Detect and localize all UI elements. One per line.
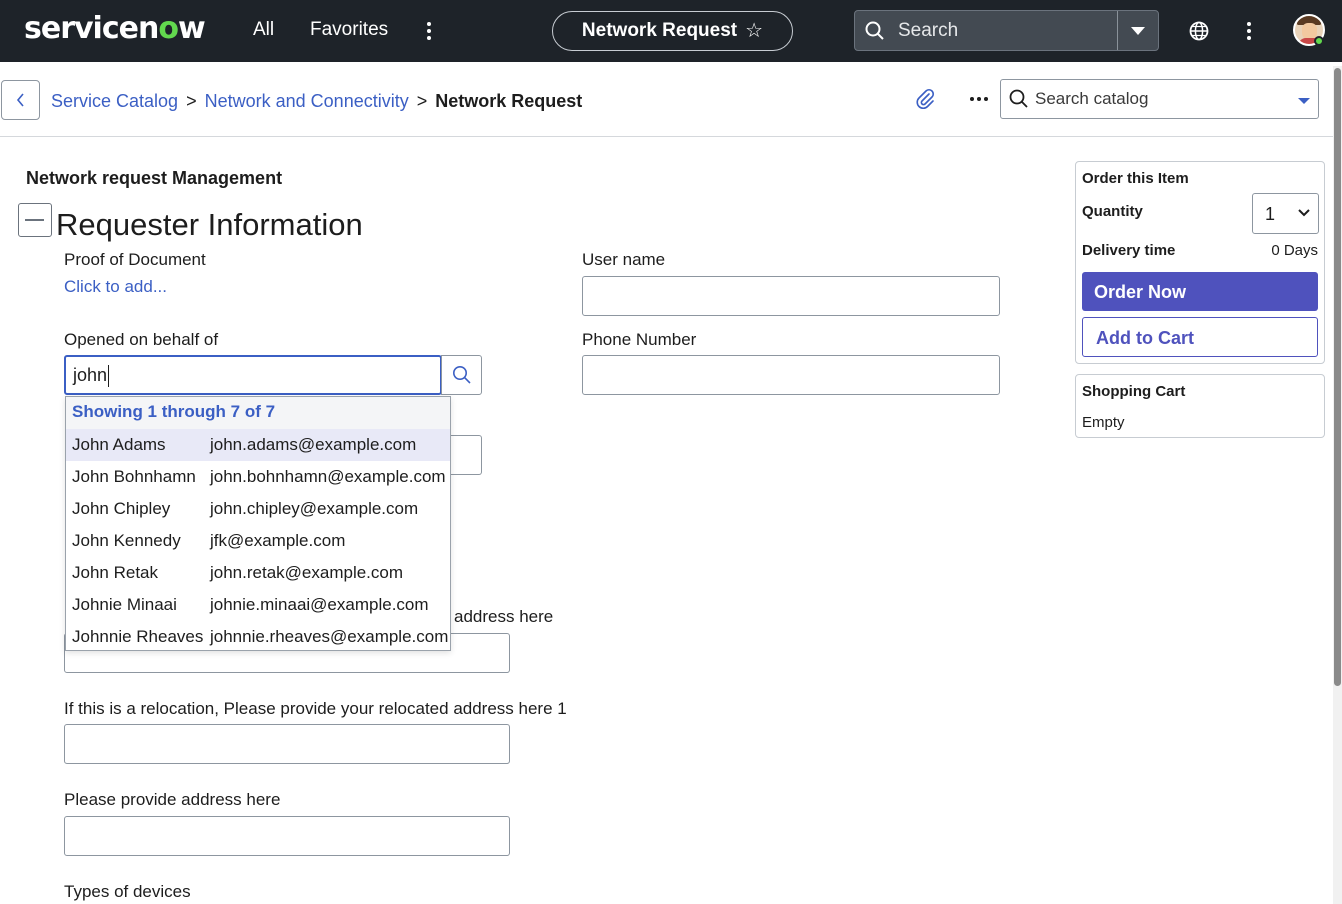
option-name: John Adams <box>72 435 166 454</box>
order-item-panel: Order this Item Quantity 1 Delivery time… <box>1075 161 1325 364</box>
more-menu-icon[interactable] <box>420 18 438 42</box>
search-icon <box>865 21 884 40</box>
option-email: john.retak@example.com <box>210 563 404 582</box>
catalog-search-input[interactable] <box>1035 86 1285 112</box>
search-icon <box>1009 89 1028 108</box>
option-name: John Retak <box>72 563 158 582</box>
quantity-label: Quantity <box>1082 203 1143 220</box>
address-label-partial: address here <box>454 607 554 626</box>
types-of-devices-label: Types of devices <box>64 882 191 901</box>
option-email: johnie.minaai@example.com <box>210 595 429 614</box>
option-name: John Bohnhamn <box>72 467 196 486</box>
scrollbar-thumb[interactable] <box>1334 68 1341 686</box>
autocomplete-dropdown: Showing 1 through 7 of 7 John Adams john… <box>65 396 451 651</box>
global-search-field[interactable]: Search <box>854 10 1159 51</box>
globe-icon[interactable] <box>1189 21 1209 41</box>
provide-address-input[interactable] <box>64 816 510 856</box>
order-now-label: Order Now <box>1094 282 1187 302</box>
online-status-indicator <box>1314 36 1324 46</box>
text-cursor <box>108 365 109 387</box>
breadcrumb-network-and-connectivity[interactable]: Network and Connectivity <box>205 91 409 111</box>
chevron-left-icon <box>16 93 24 107</box>
autocomplete-option[interactable]: John Kennedy jfk@example.com <box>66 525 450 557</box>
catalog-search-dropdown-icon[interactable] <box>1298 98 1310 104</box>
autocomplete-option[interactable]: Johnie Minaai johnie.minaai@example.com <box>66 589 450 621</box>
autocomplete-option[interactable]: Johnnie Rheaves johnnie.rheaves@example.… <box>66 621 450 653</box>
breadcrumb-separator: > <box>416 91 428 111</box>
autocomplete-option[interactable]: John Adams john.adams@example.com <box>66 429 450 461</box>
top-navigation-bar: servicenow All Favorites Network Request… <box>0 0 1342 62</box>
nav-all-menu[interactable]: All <box>253 19 274 41</box>
option-email: johnnie.rheaves@example.com <box>210 627 449 646</box>
breadcrumb-separator: > <box>186 91 197 111</box>
option-name: Johnie Minaai <box>72 595 177 614</box>
user-name-label: User name <box>582 250 666 269</box>
shopping-cart-title: Shopping Cart <box>1082 383 1186 400</box>
autocomplete-option[interactable]: John Retak john.retak@example.com <box>66 557 450 589</box>
servicenow-logo[interactable]: servicenow <box>24 11 206 46</box>
shopping-cart-panel: Shopping Cart Empty <box>1075 374 1325 438</box>
chevron-down-icon <box>1298 209 1310 217</box>
global-search-placeholder: Search <box>898 20 959 41</box>
search-icon <box>452 366 471 384</box>
autocomplete-summary-text: Showing 1 through 7 of 7 <box>72 402 276 421</box>
breadcrumb: Service Catalog > Network and Connectivi… <box>51 91 582 112</box>
back-button[interactable] <box>1 80 40 120</box>
shopping-cart-status: Empty <box>1082 414 1125 431</box>
provide-address-label: Please provide address here <box>64 790 281 809</box>
opened-on-behalf-input[interactable]: john <box>64 355 442 395</box>
delivery-time-value: 0 Days <box>1271 242 1318 259</box>
breadcrumb-service-catalog[interactable]: Service Catalog <box>51 91 178 111</box>
option-name: Johnnie Rheaves <box>72 627 204 646</box>
click-to-add-link[interactable]: Click to add... <box>64 277 167 297</box>
option-email: jfk@example.com <box>210 531 346 550</box>
proof-of-document-label: Proof of Document <box>64 250 206 269</box>
option-name: John Kennedy <box>72 531 181 550</box>
nav-favorites-menu[interactable]: Favorites <box>310 19 388 41</box>
quantity-value: 1 <box>1265 204 1276 224</box>
autocomplete-summary: Showing 1 through 7 of 7 <box>66 397 450 429</box>
breadcrumb-current: Network Request <box>435 91 583 111</box>
option-name: John Chipley <box>72 499 171 518</box>
add-to-cart-label: Add to Cart <box>1096 328 1194 348</box>
option-email: john.bohnhamn@example.com <box>210 467 446 486</box>
context-title-pill[interactable]: Network Request ☆ <box>552 11 793 51</box>
add-to-cart-button[interactable]: Add to Cart <box>1082 317 1318 357</box>
page-scrollbar[interactable] <box>1333 66 1342 904</box>
favorite-star-icon[interactable]: ☆ <box>745 18 763 43</box>
opened-on-behalf-label: Opened on behalf of <box>64 330 219 349</box>
breadcrumb-bar: Service Catalog > Network and Connectivi… <box>0 62 1342 137</box>
reference-lookup-button[interactable] <box>441 355 482 395</box>
collapse-section-button[interactable] <box>18 203 52 237</box>
autocomplete-option[interactable]: John Chipley john.chipley@example.com <box>66 493 450 525</box>
page-title: Network request Management <box>26 168 283 188</box>
option-email: john.adams@example.com <box>210 435 417 454</box>
phone-number-label: Phone Number <box>582 330 697 349</box>
opened-on-behalf-value: john <box>73 365 108 385</box>
option-email: john.chipley@example.com <box>210 499 419 518</box>
context-title: Network Request <box>581 20 738 41</box>
more-options-icon[interactable] <box>1240 18 1258 42</box>
more-actions-icon[interactable] <box>970 97 988 101</box>
autocomplete-option[interactable]: John Bohnhamn john.bohnhamn@example.com <box>66 461 450 493</box>
relocation-address-label: If this is a relocation, Please provide … <box>64 699 567 718</box>
relocation-address-input[interactable] <box>64 724 510 764</box>
phone-number-input[interactable] <box>582 355 1000 395</box>
delivery-time-label: Delivery time <box>1082 242 1176 259</box>
search-scope-dropdown-icon[interactable] <box>1131 27 1145 35</box>
quantity-select[interactable]: 1 <box>1252 193 1319 234</box>
catalog-search-field[interactable] <box>1000 79 1319 119</box>
section-title: Requester Information <box>56 207 363 242</box>
paperclip-icon[interactable] <box>915 88 935 110</box>
order-panel-title: Order this Item <box>1082 170 1189 187</box>
search-divider <box>1117 11 1118 50</box>
order-now-button[interactable]: Order Now <box>1082 272 1318 311</box>
user-name-input[interactable] <box>582 276 1000 316</box>
